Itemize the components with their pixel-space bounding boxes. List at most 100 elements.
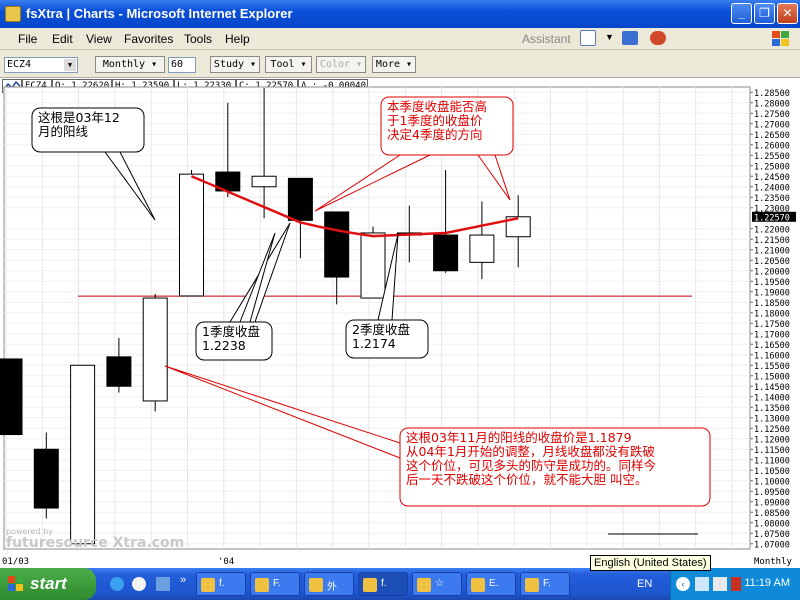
menu-favorites[interactable]: Favorites <box>124 32 173 46</box>
y-tick-label: 1.25500 <box>754 152 790 162</box>
callout-text: 这根是03年12 <box>38 110 120 125</box>
taskbar-item-3[interactable]: 外 <box>304 572 354 596</box>
y-tick-label: 1.09500 <box>754 488 790 498</box>
callout-text: 1.2238 <box>202 338 246 353</box>
ie-icon <box>5 6 21 22</box>
desktop-quicklaunch-icon[interactable] <box>156 577 170 591</box>
y-tick-label: 1.28000 <box>754 99 790 109</box>
windows-logo-icon <box>770 29 792 49</box>
title-bar: fsXtra | Charts - Microsoft Internet Exp… <box>0 0 800 28</box>
callout-text: 于1季度的收盘价 <box>387 113 483 128</box>
bars-input[interactable]: 60 <box>168 57 196 73</box>
candle-body <box>106 356 132 387</box>
candle-body <box>179 173 204 297</box>
start-button[interactable]: start <box>0 568 96 600</box>
security-icon[interactable] <box>731 577 741 591</box>
assistant-label[interactable]: Assistant <box>522 32 571 46</box>
period-button[interactable]: Monthly ▾ <box>95 56 165 73</box>
y-tick-label: 1.11000 <box>754 456 790 466</box>
menu-file[interactable]: File <box>18 32 37 46</box>
candle-body <box>0 358 23 436</box>
watermark-logo: futuresource Xtra.com <box>6 535 184 551</box>
y-tick-label: 1.19500 <box>754 278 790 288</box>
y-tick-label: 1.07000 <box>754 540 790 550</box>
language-indicator[interactable]: EN <box>637 578 652 590</box>
candle-body <box>469 234 495 263</box>
callout-text: 从04年1月开始的调整，月线收盘都没有跌破 <box>406 444 655 459</box>
x-period-label: Monthly <box>754 557 793 567</box>
taskbar: start » f. F. 外 f. ☆ E. F. EN ‹ 11:19 AM <box>0 568 800 600</box>
y-tick-label: 1.14000 <box>754 393 790 403</box>
y-tick-label: 1.08000 <box>754 519 790 529</box>
y-tick-label: 1.28500 <box>754 89 790 99</box>
y-tick-label: 1.21500 <box>754 236 790 246</box>
browser-quicklaunch-icon[interactable] <box>132 577 146 591</box>
y-tick-label: 1.08500 <box>754 509 790 519</box>
symbol-value: ECZ4 <box>7 59 32 70</box>
network-icon[interactable] <box>695 577 709 591</box>
y-tick-label: 1.10500 <box>754 467 790 477</box>
volume-icon[interactable] <box>713 577 727 591</box>
y-tick-label: 1.15500 <box>754 362 790 372</box>
tray-arrow-icon[interactable]: ‹ <box>676 577 690 591</box>
y-tick-label: 1.20000 <box>754 267 790 277</box>
taskbar-item-4[interactable]: f. <box>358 572 408 596</box>
y-tick-label: 1.15000 <box>754 372 790 382</box>
candle-body <box>33 448 59 509</box>
y-tick-label: 1.11500 <box>754 446 790 456</box>
y-tick-label: 1.16000 <box>754 351 790 361</box>
taskbar-item-6[interactable]: E. <box>466 572 516 596</box>
taskbar-item-2[interactable]: F. <box>250 572 300 596</box>
y-tick-label: 1.18500 <box>754 299 790 309</box>
x-tick-label: '04 <box>218 557 234 567</box>
period-label: Monthly <box>102 59 146 70</box>
minimize-button[interactable]: _ <box>731 3 752 24</box>
y-tick-label: 1.27500 <box>754 110 790 120</box>
chevron-right-icon[interactable]: » <box>180 574 186 586</box>
candlestick-chart[interactable]: 1.285001.280001.275001.270001.265001.260… <box>0 78 800 568</box>
chevron-down-icon[interactable]: ▼ <box>605 32 614 42</box>
callout-text: 这根03年11月的阳线的收盘价是1.1879 <box>406 430 632 445</box>
callout-text: 1.2174 <box>352 336 396 351</box>
candle-body <box>142 297 168 402</box>
assistant-icon[interactable] <box>580 30 596 46</box>
study-button[interactable]: Study ▾ <box>210 56 260 73</box>
y-tick-label: 1.24000 <box>754 183 790 193</box>
menu-view[interactable]: View <box>86 32 112 46</box>
maximize-button[interactable]: ❐ <box>754 3 775 24</box>
candle-body <box>324 211 350 278</box>
taskbar-item-1[interactable]: f. <box>196 572 246 596</box>
y-tick-label: 1.17500 <box>754 320 790 330</box>
taskbar-item-5[interactable]: ☆ <box>412 572 462 596</box>
color-button[interactable]: Color ▾ <box>316 56 366 73</box>
color-label: Color <box>319 59 351 70</box>
y-tick-label: 1.23500 <box>754 194 790 204</box>
tool-button[interactable]: Tool ▾ <box>265 56 312 73</box>
last-price-label: 1.22570 <box>754 213 790 223</box>
candle-body <box>70 364 96 545</box>
messenger-icon[interactable] <box>622 31 638 45</box>
y-tick-label: 1.09000 <box>754 498 790 508</box>
clock: 11:19 AM <box>744 577 790 589</box>
start-label: start <box>30 574 67 593</box>
y-tick-label: 1.16500 <box>754 341 790 351</box>
more-button[interactable]: More ▾ <box>372 56 416 73</box>
symbol-select[interactable]: ECZ4 ▼ <box>4 57 78 73</box>
candle-body <box>287 177 313 221</box>
callout-text: 决定4季度的方向 <box>387 127 482 142</box>
ie-quicklaunch-icon[interactable] <box>110 577 124 591</box>
taskbar-item-label: F. <box>543 578 551 589</box>
candle-body <box>433 234 459 272</box>
chart-area[interactable]: ECZ4 O: 1.22620 H: 1.23590 L: 1.22330 C:… <box>0 78 800 568</box>
close-button[interactable]: ✕ <box>777 3 798 24</box>
y-tick-label: 1.27000 <box>754 120 790 130</box>
menu-tools[interactable]: Tools <box>184 32 212 46</box>
menu-help[interactable]: Help <box>225 32 250 46</box>
menu-edit[interactable]: Edit <box>52 32 73 46</box>
y-tick-label: 1.19000 <box>754 288 790 298</box>
mail-icon[interactable] <box>650 31 666 45</box>
y-tick-label: 1.12000 <box>754 435 790 445</box>
y-tick-label: 1.17000 <box>754 330 790 340</box>
chevron-down-icon: ▼ <box>64 59 76 71</box>
taskbar-item-7[interactable]: F. <box>520 572 570 596</box>
